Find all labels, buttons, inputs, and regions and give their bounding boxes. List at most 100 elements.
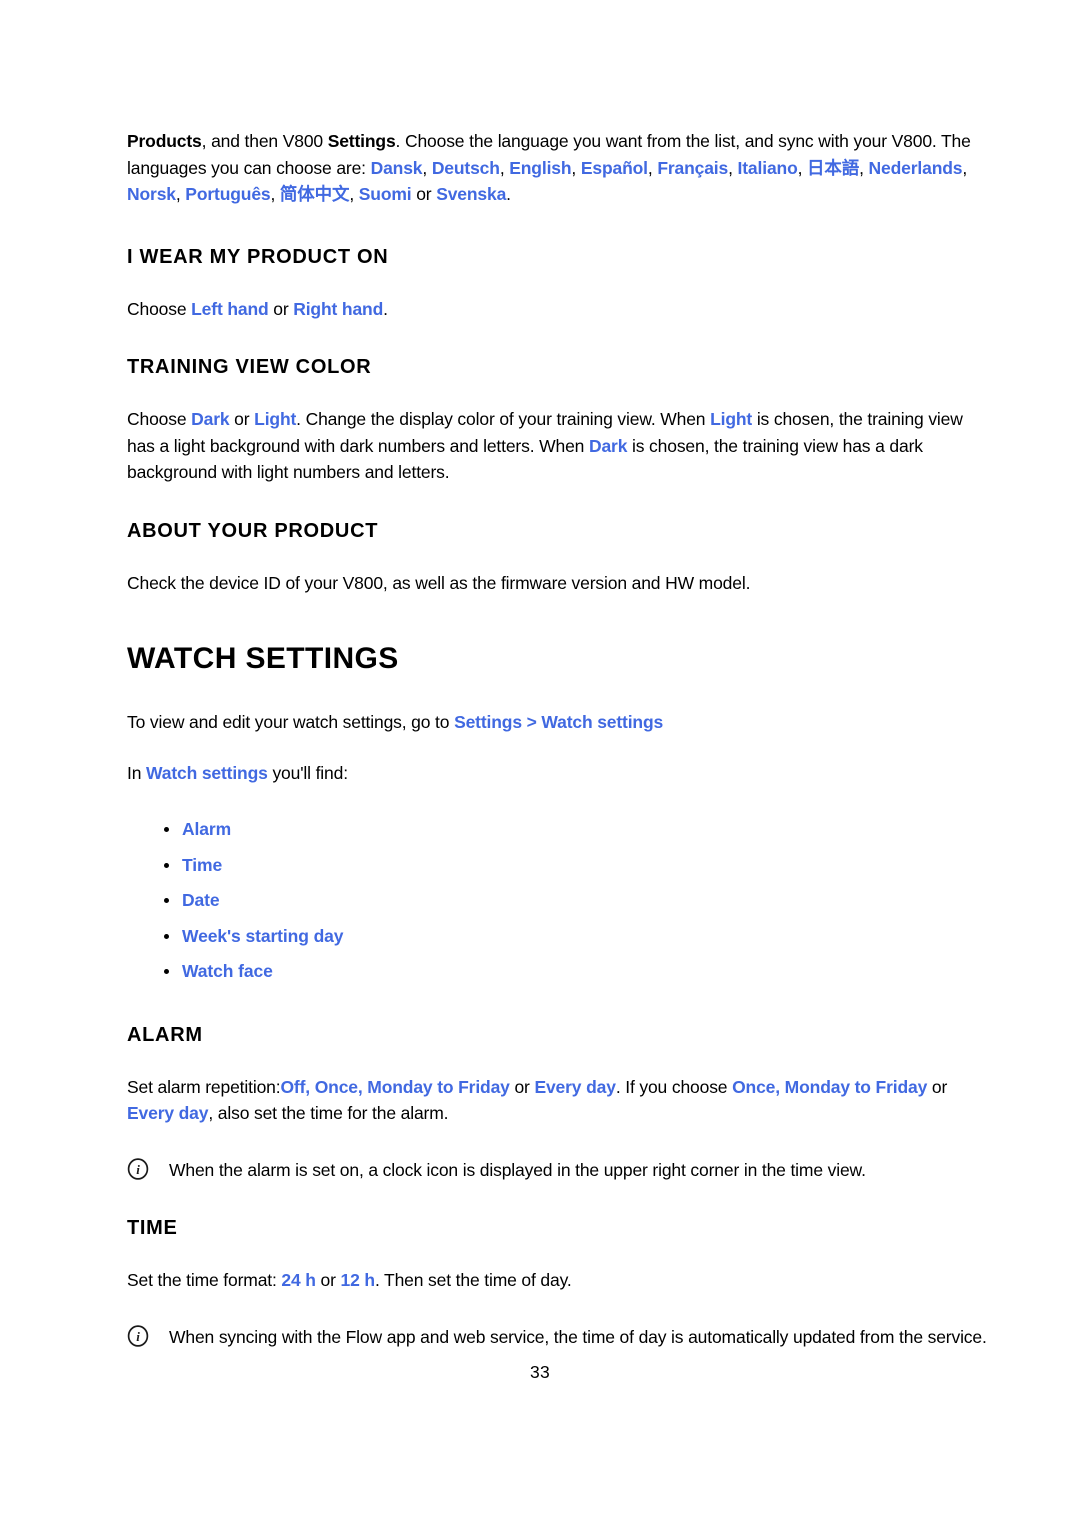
- training-view-color-body: Choose Dark or Light. Change the display…: [127, 406, 989, 486]
- wear-post: .: [383, 298, 388, 319]
- list-item[interactable]: Alarm: [127, 812, 989, 848]
- sep-2: ,: [571, 157, 581, 178]
- sep-9: ,: [270, 184, 280, 204]
- option-dark-2: Dark: [588, 435, 628, 456]
- ws-intro-pre: To view and edit your watch settings, go…: [127, 712, 455, 732]
- tvc-text-2: or: [229, 409, 255, 429]
- link-watch-settings: Watch settings: [146, 762, 268, 783]
- alarm-options-2: Every day: [534, 1076, 616, 1097]
- list-item-label: Time: [182, 854, 223, 875]
- svg-text:i: i: [136, 1162, 140, 1177]
- intro-text-1: , and then V800: [201, 131, 328, 151]
- ws-find-post: you'll find:: [267, 762, 348, 783]
- option-dark-1: Dark: [191, 409, 230, 429]
- ws-find-pre: In: [127, 762, 147, 783]
- alarm-text-5: , also set the time for the alarm.: [208, 1103, 449, 1123]
- sep-0: ,: [422, 157, 432, 178]
- list-item[interactable]: Watch face: [127, 954, 989, 990]
- time-body: Set the time format: 24 h or 12 h. Then …: [127, 1267, 989, 1294]
- bullet-dot-icon: [164, 898, 169, 903]
- list-item[interactable]: Time: [127, 848, 989, 884]
- watch-settings-list: Alarm Time Date Week's starting day Watc…: [127, 812, 989, 990]
- bullet-dot-icon: [164, 969, 169, 974]
- tvc-text-1: Choose: [127, 409, 192, 429]
- time-format-12h: 12 h: [340, 1270, 376, 1290]
- document-page: Products, and then V800 Settings. Choose…: [0, 0, 1080, 1528]
- tvc-text-3: . Change the display color of your train…: [296, 409, 711, 429]
- language-nederlands: Nederlands: [868, 157, 963, 178]
- language-espanol: Español: [580, 157, 648, 178]
- list-item-label: Alarm: [182, 819, 232, 839]
- watch-settings-find: In Watch settings you'll find:: [127, 760, 989, 787]
- about-product-body: Check the device ID of your V800, as wel…: [127, 572, 751, 593]
- intro-period: .: [506, 184, 511, 204]
- sep-6: ,: [859, 157, 869, 178]
- language-dansk: Dansk: [370, 157, 423, 178]
- wear-body: Choose Left hand or Right hand.: [127, 296, 989, 323]
- time-note: i When syncing with the Flow app and web…: [127, 1324, 989, 1351]
- sep-5: ,: [797, 157, 808, 178]
- sep-or: or: [411, 184, 437, 204]
- breadcrumb-settings-watch-settings: Settings > Watch settings: [454, 712, 664, 732]
- time-note-text: When syncing with the Flow app and web s…: [169, 1326, 987, 1347]
- chapter-title-watch-settings: WATCH SETTINGS: [127, 642, 399, 675]
- alarm-options-4: Every day: [127, 1103, 209, 1123]
- alarm-options-1: Off, Once, Monday to Friday: [280, 1076, 510, 1097]
- language-svenska: Svenska: [436, 184, 507, 204]
- bullet-dot-icon: [164, 827, 169, 832]
- list-item-label: Week's starting day: [182, 925, 344, 946]
- option-right-hand: Right hand: [293, 298, 384, 319]
- page-content: Products, and then V800 Settings. Choose…: [127, 128, 989, 1350]
- language-norsk: Norsk: [127, 184, 176, 204]
- language-portugues: Português: [185, 184, 271, 204]
- heading-training-view-color: TRAINING VIEW COLOR: [127, 356, 372, 378]
- alarm-text-3: . If you choose: [615, 1076, 733, 1097]
- list-item-label: Watch face: [182, 961, 273, 981]
- alarm-text-1: Set alarm repetition:: [127, 1076, 281, 1097]
- info-icon: i: [127, 1324, 149, 1347]
- option-light-1: Light: [254, 409, 297, 429]
- sep-10: ,: [349, 184, 359, 204]
- sep-7: ,: [962, 157, 968, 178]
- time-format-24h: 24 h: [281, 1270, 316, 1290]
- alarm-body: Set alarm repetition:Off, Once, Monday t…: [127, 1074, 989, 1127]
- heading-about-your-product: ABOUT YOUR PRODUCT: [127, 519, 379, 542]
- intro-bold-settings: Settings: [327, 131, 396, 151]
- alarm-note-text: When the alarm is set on, a clock icon i…: [169, 1159, 866, 1180]
- wear-mid: or: [268, 298, 294, 319]
- heading-time: TIME: [127, 1217, 178, 1239]
- svg-text:i: i: [136, 1329, 140, 1344]
- sep-8: ,: [175, 184, 186, 204]
- list-item-label: Date: [182, 890, 220, 910]
- alarm-options-3: Once, Monday to Friday: [732, 1076, 928, 1097]
- watch-settings-intro: To view and edit your watch settings, go…: [127, 709, 989, 736]
- wear-pre: Choose: [127, 298, 192, 319]
- time-text-1: Set the time format:: [127, 1270, 282, 1290]
- language-english: English: [509, 157, 572, 178]
- language-deutsch: Deutsch: [431, 157, 500, 178]
- intro-bold-products: Products: [127, 131, 202, 151]
- option-light-2: Light: [710, 409, 753, 429]
- list-item[interactable]: Week's starting day: [127, 919, 989, 955]
- sep-3: ,: [647, 157, 658, 178]
- alarm-note: i When the alarm is set on, a clock icon…: [127, 1157, 989, 1184]
- list-item[interactable]: Date: [127, 883, 989, 919]
- alarm-text-2: or: [509, 1076, 535, 1097]
- language-japanese: 日本語: [807, 157, 860, 178]
- heading-i-wear-my-product-on: I WEAR MY PRODUCT ON: [127, 245, 389, 268]
- time-text-3: . Then set the time of day.: [374, 1270, 572, 1290]
- language-simplified-chinese: 简体中文: [279, 184, 350, 204]
- sep-4: ,: [728, 157, 738, 178]
- language-francais: Français: [657, 157, 729, 178]
- language-suomi: Suomi: [358, 184, 412, 204]
- bullet-dot-icon: [164, 862, 169, 868]
- time-text-2: or: [315, 1270, 341, 1290]
- page-number: 33: [529, 1362, 551, 1382]
- alarm-text-4: or: [927, 1076, 948, 1097]
- sep-1: ,: [499, 157, 510, 178]
- language-italiano: Italiano: [737, 157, 798, 178]
- heading-alarm: ALARM: [127, 1023, 203, 1046]
- option-left-hand: Left hand: [191, 298, 269, 319]
- intro-paragraph: Products, and then V800 Settings. Choose…: [127, 128, 989, 208]
- info-icon: i: [127, 1157, 149, 1180]
